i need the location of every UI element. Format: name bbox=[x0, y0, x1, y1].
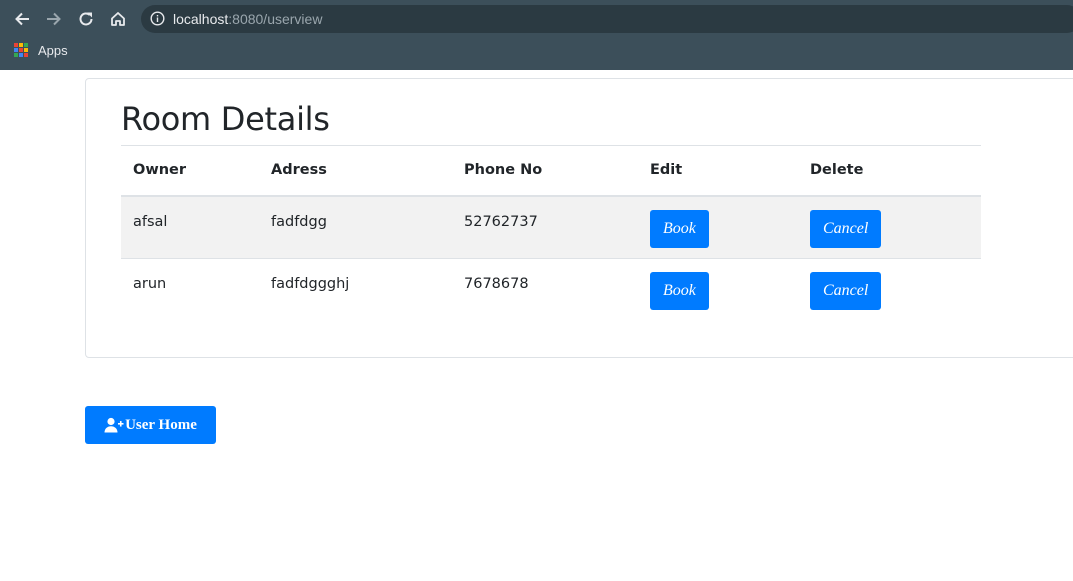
room-table: Owner Adress Phone No Edit Delete afsal … bbox=[121, 145, 981, 322]
apps-grid-icon[interactable] bbox=[14, 43, 28, 57]
url-text: localhost:8080/userview bbox=[173, 11, 322, 27]
home-icon[interactable] bbox=[107, 8, 129, 30]
forward-arrow-icon[interactable] bbox=[43, 8, 65, 30]
user-home-button[interactable]: User Home bbox=[85, 406, 216, 444]
page-title: Room Details bbox=[121, 100, 330, 138]
cell-adress: fadfdgg bbox=[259, 195, 452, 259]
browser-toolbar: localhost:8080/userview bbox=[0, 0, 1073, 38]
cell-delete: Cancel bbox=[798, 258, 981, 322]
bookmark-apps[interactable]: Apps bbox=[38, 43, 68, 58]
browser-chrome: localhost:8080/userview Apps bbox=[0, 0, 1073, 70]
url-path: :8080/userview bbox=[228, 11, 323, 27]
header-delete: Delete bbox=[798, 145, 981, 197]
table-row: afsal fadfdgg 52762737 Book Cancel bbox=[121, 195, 981, 259]
header-edit: Edit bbox=[638, 145, 798, 197]
user-home-label: User Home bbox=[125, 416, 197, 433]
info-icon[interactable] bbox=[150, 11, 165, 26]
book-button[interactable]: Book bbox=[650, 209, 709, 248]
user-plus-icon bbox=[104, 417, 124, 433]
table-row: arun fadfdggghj 7678678 Book Cancel bbox=[121, 258, 981, 322]
address-bar[interactable]: localhost:8080/userview bbox=[141, 5, 1073, 33]
url-host: localhost bbox=[173, 11, 229, 27]
cell-phone: 7678678 bbox=[452, 258, 638, 322]
cell-edit: Book bbox=[638, 258, 798, 322]
header-adress: Adress bbox=[259, 145, 452, 197]
book-button[interactable]: Book bbox=[650, 272, 709, 310]
reload-icon[interactable] bbox=[75, 8, 97, 30]
header-owner: Owner bbox=[121, 145, 259, 197]
back-arrow-icon[interactable] bbox=[11, 8, 33, 30]
cell-delete: Cancel bbox=[798, 195, 981, 259]
cell-phone: 52762737 bbox=[452, 195, 638, 259]
cell-edit: Book bbox=[638, 195, 798, 259]
cancel-button[interactable]: Cancel bbox=[810, 272, 882, 310]
cell-owner: afsal bbox=[121, 195, 259, 259]
bookmarks-bar bbox=[0, 38, 1073, 70]
table-header-row: Owner Adress Phone No Edit Delete bbox=[121, 145, 981, 197]
cell-owner: arun bbox=[121, 258, 259, 322]
cancel-button[interactable]: Cancel bbox=[810, 209, 882, 248]
cell-adress: fadfdggghj bbox=[259, 258, 452, 322]
header-phone: Phone No bbox=[452, 145, 638, 197]
